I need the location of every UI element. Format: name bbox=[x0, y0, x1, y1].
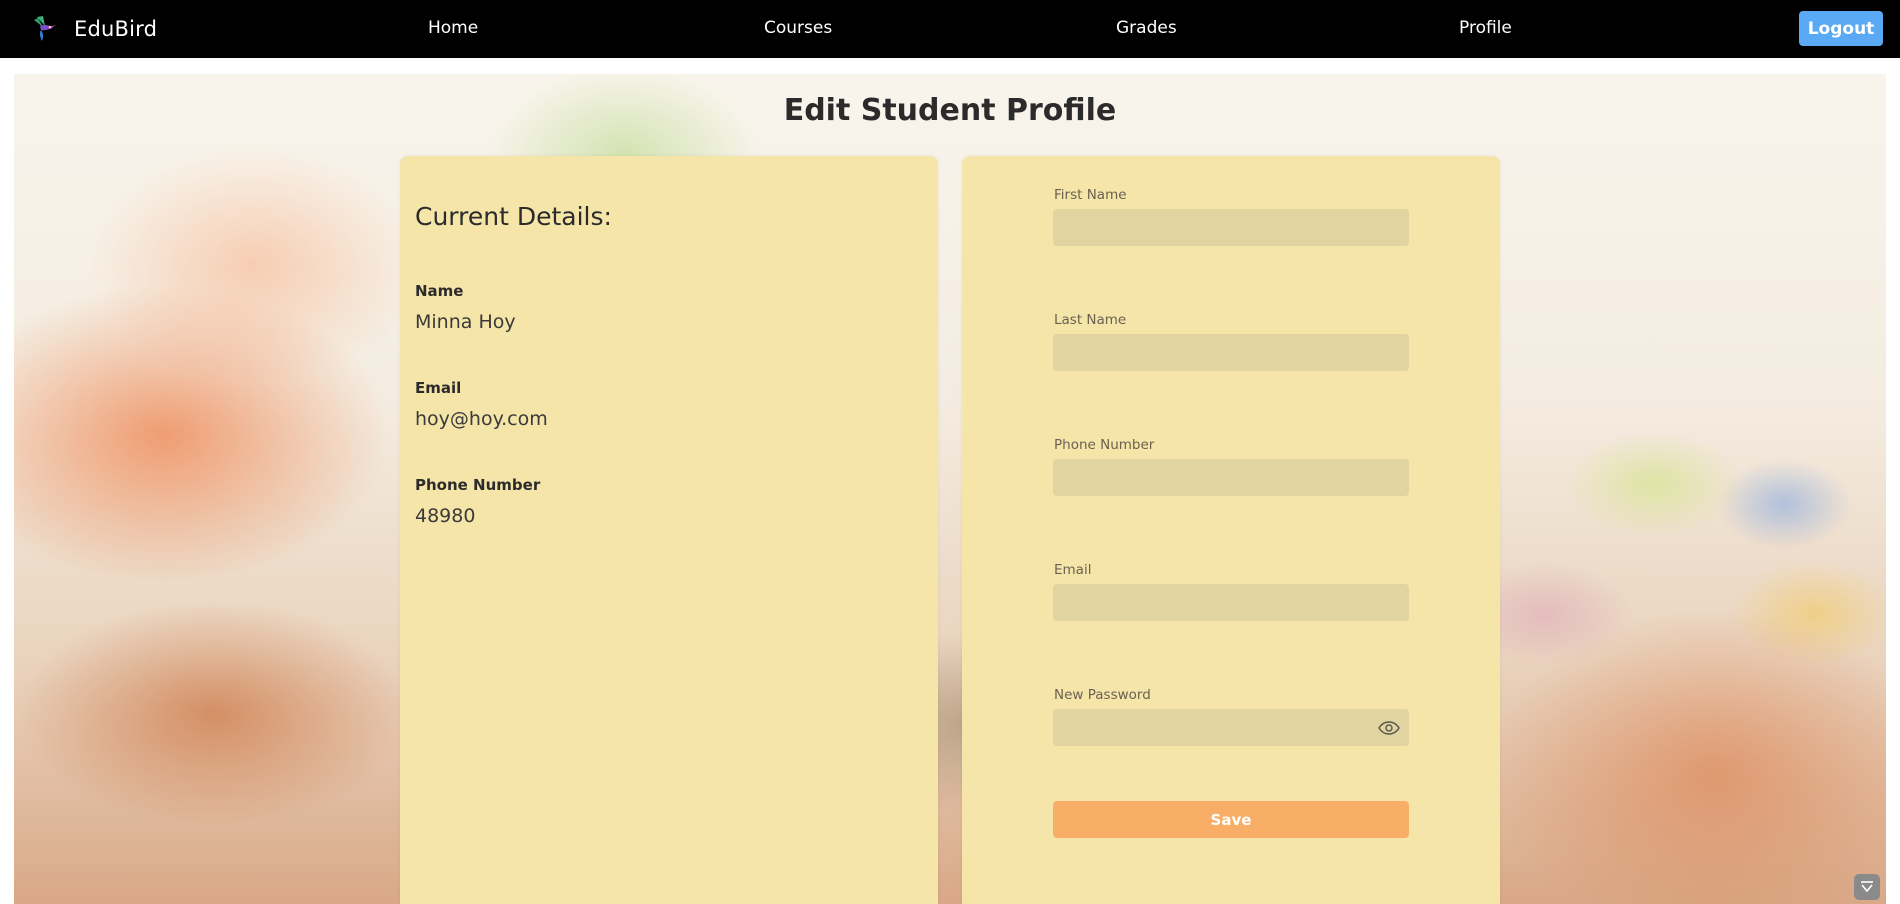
nav-link-courses[interactable]: Courses bbox=[764, 18, 832, 38]
phone-label: Phone Number bbox=[415, 476, 541, 494]
phone-number-label: Phone Number bbox=[1054, 437, 1155, 453]
first-name-input[interactable] bbox=[1053, 209, 1409, 246]
navbar: EduBird Home Courses Grades Profile Logo… bbox=[0, 0, 1900, 58]
nav-link-grades[interactable]: Grades bbox=[1116, 18, 1177, 38]
email-label-form: Email bbox=[1054, 562, 1092, 578]
logout-button[interactable]: Logout bbox=[1799, 11, 1883, 46]
edit-profile-form: First Name Last Name Phone Number Email … bbox=[962, 156, 1500, 904]
save-button[interactable]: Save bbox=[1053, 801, 1409, 838]
background-overlay bbox=[14, 74, 1886, 904]
new-password-input[interactable] bbox=[1053, 709, 1409, 746]
name-value: Minna Hoy bbox=[415, 311, 516, 333]
name-label: Name bbox=[415, 282, 464, 300]
brand-name: EduBird bbox=[74, 17, 158, 41]
last-name-label: Last Name bbox=[1054, 312, 1127, 328]
current-details-card: Current Details: Name Minna Hoy Email ho… bbox=[400, 156, 938, 904]
email-value: hoy@hoy.com bbox=[415, 408, 548, 430]
hummingbird-logo-icon bbox=[34, 16, 56, 41]
first-name-label: First Name bbox=[1054, 187, 1127, 203]
email-input[interactable] bbox=[1053, 584, 1409, 621]
new-password-label: New Password bbox=[1054, 687, 1151, 703]
page-title: Edit Student Profile bbox=[783, 93, 1117, 128]
nav-link-profile[interactable]: Profile bbox=[1459, 18, 1512, 38]
phone-value: 48980 bbox=[415, 505, 476, 527]
email-label: Email bbox=[415, 379, 462, 397]
phone-number-input[interactable] bbox=[1053, 459, 1409, 496]
eye-icon[interactable] bbox=[1376, 718, 1402, 738]
chevron-down-widget-icon[interactable] bbox=[1854, 874, 1880, 900]
nav-link-home[interactable]: Home bbox=[428, 18, 478, 38]
last-name-input[interactable] bbox=[1053, 334, 1409, 371]
current-details-heading: Current Details: bbox=[415, 202, 612, 231]
brand-home-link[interactable]: EduBird bbox=[28, 12, 157, 46]
page-background: Edit Student Profile Current Details: Na… bbox=[14, 74, 1886, 904]
